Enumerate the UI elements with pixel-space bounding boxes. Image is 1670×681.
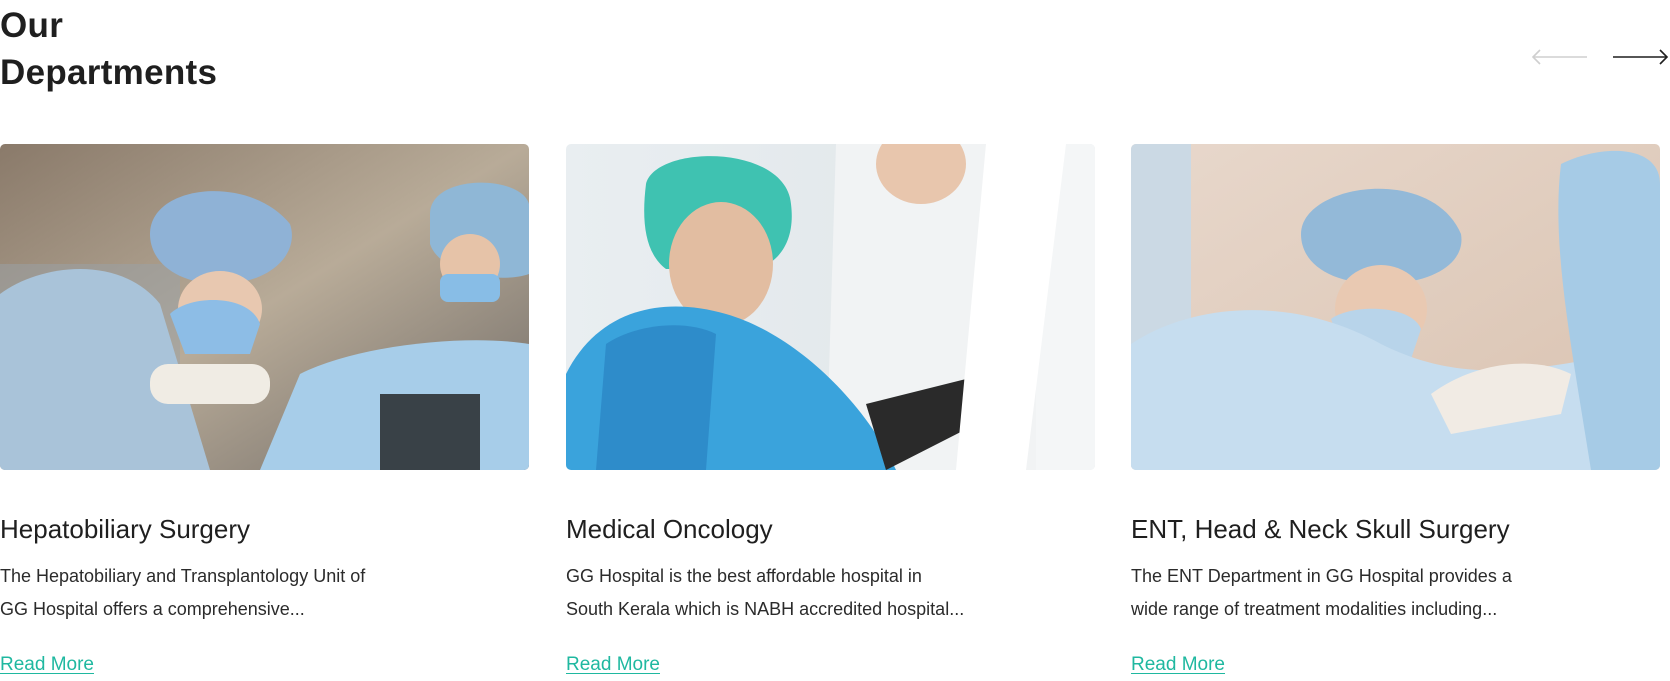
read-more-link[interactable]: Read More xyxy=(566,652,660,678)
department-description-line: The ENT Department in GG Hospital provid… xyxy=(1131,566,1512,586)
department-card: Hepatobiliary Surgery The Hepatobiliary … xyxy=(0,144,530,681)
department-description-line: GG Hospital is the best affordable hospi… xyxy=(566,566,922,586)
read-more-link[interactable]: Read More xyxy=(1131,652,1225,678)
department-card: Medical Oncology GG Hospital is the best… xyxy=(566,144,1096,681)
arrow-left-icon xyxy=(1531,49,1587,65)
arrow-right-icon xyxy=(1613,49,1669,65)
carousel-nav xyxy=(1530,44,1670,70)
read-more-link[interactable]: Read More xyxy=(0,652,94,678)
section-title-line-1: Our xyxy=(0,6,64,45)
department-image-oncology xyxy=(566,144,1095,470)
section-title: Our Departments xyxy=(0,2,217,96)
department-description-line: South Kerala which is NABH accredited ho… xyxy=(566,599,965,619)
department-title: Medical Oncology xyxy=(566,514,773,544)
department-description: GG Hospital is the best affordable hospi… xyxy=(566,560,1046,626)
department-description: The ENT Department in GG Hospital provid… xyxy=(1131,560,1611,626)
department-description: The Hepatobiliary and Transplantology Un… xyxy=(0,560,480,626)
department-image-hepatobiliary xyxy=(0,144,529,470)
department-description-line: GG Hospital offers a comprehensive... xyxy=(0,599,305,619)
carousel-next-button[interactable] xyxy=(1612,44,1670,70)
department-description-line: The Hepatobiliary and Transplantology Un… xyxy=(0,566,366,586)
department-card: ENT, Head & Neck Skull Surgery The ENT D… xyxy=(1131,144,1661,681)
carousel-prev-button[interactable] xyxy=(1530,44,1588,70)
department-image-ent xyxy=(1131,144,1660,470)
departments-section: Our Departments Hepatobiliary Surgery Th… xyxy=(0,0,1670,681)
department-title: ENT, Head & Neck Skull Surgery xyxy=(1131,514,1510,544)
department-cards: Hepatobiliary Surgery The Hepatobiliary … xyxy=(0,144,1670,681)
department-title: Hepatobiliary Surgery xyxy=(0,514,251,544)
department-description-line: wide range of treatment modalities inclu… xyxy=(1131,599,1498,619)
section-title-line-2: Departments xyxy=(0,53,218,92)
